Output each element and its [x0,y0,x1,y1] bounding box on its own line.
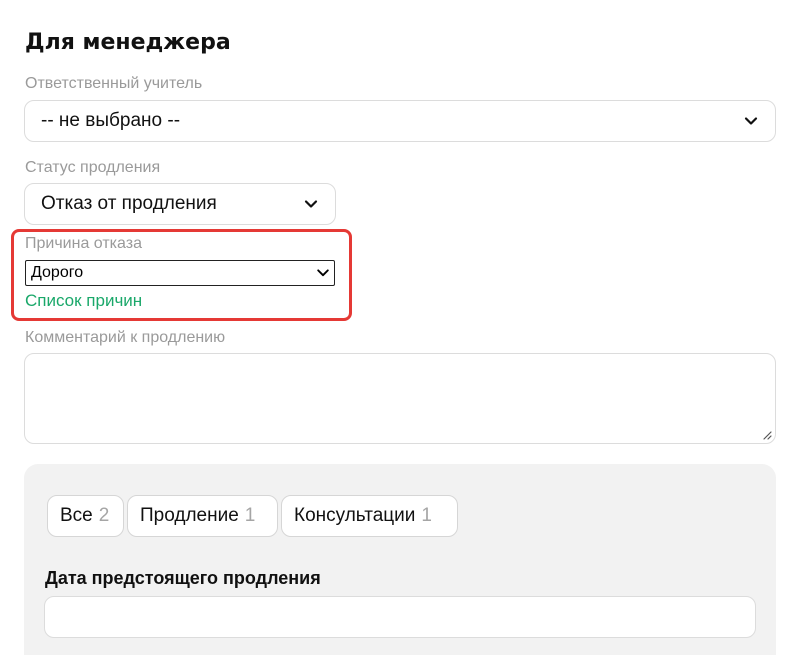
tab-consultations-label: Консультации [294,505,416,526]
chevron-down-icon [744,117,758,125]
renewal-status-select[interactable]: Отказ от продления [24,183,336,225]
comment-label: Комментарий к продлению [25,329,226,346]
chevron-down-icon [304,200,318,208]
tab-all[interactable]: Все 2 [47,495,124,537]
resize-handle-icon[interactable] [762,430,772,440]
teacher-label: Ответственный учитель [25,75,203,92]
tab-consultations[interactable]: Консультации 1 [281,495,458,537]
refusal-reason-select[interactable]: Дорого [25,260,335,286]
tab-renewal[interactable]: Продление 1 [127,495,278,537]
teacher-select-value: -- не выбрано -- [41,110,181,131]
comment-textarea[interactable] [24,353,776,444]
chevron-down-icon [317,269,329,277]
renewal-status-value: Отказ от продления [41,193,217,214]
refusal-reason-label: Причина отказа [25,235,142,252]
tab-consultations-count: 1 [421,505,432,526]
tab-renewal-label: Продление [140,505,239,526]
section-title: Для менеджера [25,30,231,55]
tab-all-count: 2 [98,505,110,526]
tab-renewal-count: 1 [244,505,256,526]
upcoming-renewal-date-input[interactable] [44,596,756,638]
manager-form: Для менеджера Ответственный учитель -- н… [0,0,808,655]
reasons-list-link[interactable]: Список причин [25,291,142,311]
upcoming-renewal-label: Дата предстоящего продления [45,568,321,588]
renewal-status-label: Статус продления [25,159,161,176]
refusal-reason-value: Дорого [31,264,84,281]
teacher-select[interactable]: -- не выбрано -- [24,100,776,142]
tab-all-label: Все [60,505,93,526]
